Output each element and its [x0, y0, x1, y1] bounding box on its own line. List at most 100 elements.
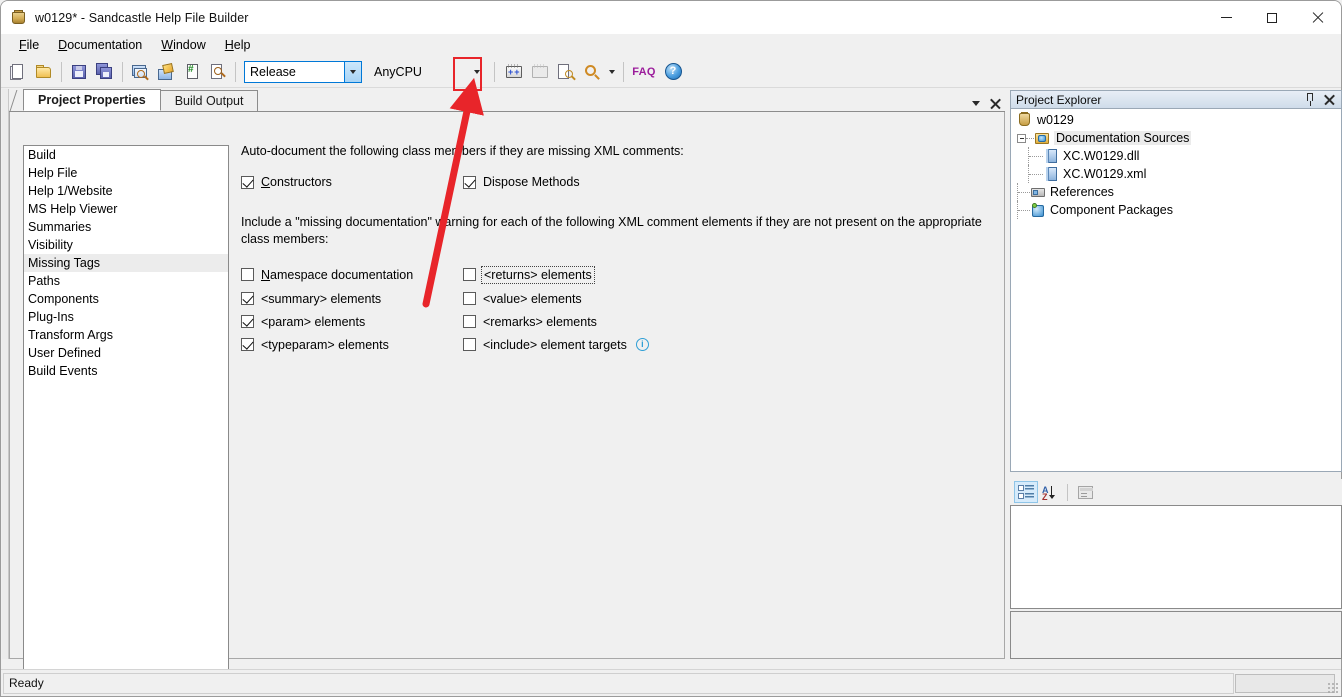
tree-node-xml[interactable]: XC.W0129.xml: [1011, 165, 1341, 183]
properties-description-pane: [1010, 611, 1342, 659]
categorized-button[interactable]: [1014, 481, 1038, 503]
tree-node-component-packages[interactable]: Component Packages: [1011, 201, 1341, 219]
configuration-dropdown-arrow[interactable]: [344, 61, 361, 82]
param-elements-checkbox[interactable]: [241, 315, 254, 328]
build-project-button[interactable]: [153, 59, 179, 85]
checkbox-row-value-elements[interactable]: <value> elements: [463, 287, 649, 310]
include-element-targets-checkbox[interactable]: [463, 338, 476, 351]
platform-combobox[interactable]: AnyCPU: [368, 60, 486, 83]
pin-icon[interactable]: [1304, 93, 1317, 106]
configuration-combobox[interactable]: Release: [244, 60, 362, 83]
close-icon[interactable]: [1324, 94, 1335, 105]
category-components[interactable]: Components: [24, 290, 228, 308]
property-category-list[interactable]: Build Help File Help 1/Website MS Help V…: [23, 145, 229, 680]
category-help-file[interactable]: Help File: [24, 164, 228, 182]
properties-grid[interactable]: [1010, 505, 1342, 609]
category-missing-tags[interactable]: Missing Tags: [24, 254, 228, 272]
open-project-button[interactable]: [31, 59, 57, 85]
menu-window[interactable]: Window: [152, 35, 215, 55]
tree-node-references[interactable]: References: [1011, 183, 1341, 201]
category-build-events[interactable]: Build Events: [24, 362, 228, 380]
status-progress: [1235, 673, 1335, 693]
category-visibility[interactable]: Visibility: [24, 236, 228, 254]
view-help-file-button[interactable]: [127, 59, 153, 85]
search-button[interactable]: [579, 59, 605, 85]
new-project-button[interactable]: [5, 59, 31, 85]
tree-node-references-label: References: [1050, 185, 1114, 199]
project-properties-button[interactable]: [553, 59, 579, 85]
platform-value: AnyCPU: [374, 64, 422, 79]
category-summaries[interactable]: Summaries: [24, 218, 228, 236]
toolbar-separator-4: [494, 61, 495, 82]
checkbox-row-param-elements[interactable]: <param> elements: [241, 310, 463, 333]
constructors-checkbox[interactable]: [241, 175, 254, 189]
chevron-down-icon[interactable]: [972, 101, 980, 106]
category-build[interactable]: Build: [24, 146, 228, 164]
left-dock-strip[interactable]: [2, 89, 9, 659]
faq-button[interactable]: FAQ: [628, 59, 660, 85]
typeparam-elements-checkbox[interactable]: [241, 338, 254, 351]
close-button[interactable]: [1295, 1, 1341, 34]
remarks-elements-checkbox[interactable]: [463, 315, 476, 328]
minimize-button[interactable]: [1203, 1, 1249, 34]
search-dropdown-arrow[interactable]: [605, 59, 619, 85]
help-button[interactable]: ?: [660, 59, 686, 85]
checkbox-row-returns-elements[interactable]: <returns> elements: [463, 262, 649, 287]
build-log-icon: #: [183, 63, 201, 81]
file-icon: [1043, 148, 1059, 164]
summary-elements-checkbox[interactable]: [241, 292, 254, 305]
tree-node-dll[interactable]: XC.W0129.dll: [1011, 147, 1341, 165]
menu-file[interactable]: File: [10, 35, 49, 55]
dispose-methods-checkbox[interactable]: [463, 175, 476, 189]
checkbox-row-typeparam-elements[interactable]: <typeparam> elements: [241, 333, 463, 356]
project-explorer-tree[interactable]: w0129 Documentation Sources XC.W0129.dll…: [1010, 109, 1342, 472]
project-properties-page: Build Help File Help 1/Website MS Help V…: [9, 112, 1005, 680]
project-icon: [1017, 112, 1033, 128]
tree-node-documentation-sources[interactable]: Documentation Sources: [1011, 129, 1341, 147]
category-transform-args[interactable]: Transform Args: [24, 326, 228, 344]
checkbox-row-dispose-methods[interactable]: Dispose Methods: [463, 172, 580, 192]
category-ms-help-viewer[interactable]: MS Help Viewer: [24, 200, 228, 218]
auto-document-heading: Auto-document the following class member…: [241, 144, 684, 158]
category-user-defined[interactable]: User Defined: [24, 344, 228, 362]
returns-elements-checkbox[interactable]: [463, 268, 476, 281]
collapse-expander-icon[interactable]: [1017, 133, 1026, 143]
save-all-button[interactable]: [92, 59, 118, 85]
category-plug-ins[interactable]: Plug-Ins: [24, 308, 228, 326]
view-build-log-button[interactable]: #: [179, 59, 205, 85]
sandcastle-icon: [11, 9, 27, 26]
tab-project-properties[interactable]: Project Properties: [23, 89, 161, 111]
entity-references-button[interactable]: ++: [501, 59, 527, 85]
alphabetical-button[interactable]: AZ: [1038, 481, 1062, 503]
tab-build-output[interactable]: Build Output: [159, 90, 259, 111]
typeparam-elements-label: <typeparam> elements: [261, 337, 389, 352]
value-elements-checkbox[interactable]: [463, 292, 476, 305]
category-paths[interactable]: Paths: [24, 272, 228, 290]
platform-dropdown-arrow[interactable]: [468, 62, 485, 82]
checkbox-row-summary-elements[interactable]: <summary> elements: [241, 287, 463, 310]
save-project-button[interactable]: [66, 59, 92, 85]
maximize-button[interactable]: [1249, 1, 1295, 34]
paste-special-icon: [531, 63, 549, 81]
info-icon[interactable]: i: [635, 338, 649, 351]
checkbox-row-remarks-elements[interactable]: <remarks> elements: [463, 310, 649, 333]
menu-help[interactable]: Help: [216, 35, 261, 55]
remarks-elements-label: <remarks> elements: [483, 314, 597, 329]
checkbox-row-namespace-documentation[interactable]: Namespace documentation: [241, 262, 463, 287]
toolbar-separator-3: [235, 61, 236, 82]
project-explorer-panel: Project Explorer w0129 Documentation Sou…: [1010, 90, 1342, 472]
menu-documentation[interactable]: Documentation: [49, 35, 152, 55]
property-pages-button[interactable]: [1073, 481, 1097, 503]
main-toolbar: # Release AnyCPU ++ FAQ ?: [1, 56, 1341, 88]
category-help1-website[interactable]: Help 1/Website: [24, 182, 228, 200]
project-explorer-title: Project Explorer: [1016, 92, 1102, 107]
checkbox-row-include-element-targets[interactable]: <include> element targets i: [463, 333, 649, 356]
properties-panel: AZ: [1010, 479, 1342, 659]
resize-grip[interactable]: [1327, 682, 1339, 694]
tree-node-xml-label: XC.W0129.xml: [1063, 167, 1147, 181]
close-icon[interactable]: [990, 98, 1001, 109]
namespace-documentation-checkbox[interactable]: [241, 268, 254, 281]
tree-node-project[interactable]: w0129: [1011, 111, 1341, 129]
checkbox-row-constructors[interactable]: Constructors: [241, 172, 463, 192]
preview-topic-button[interactable]: [205, 59, 231, 85]
